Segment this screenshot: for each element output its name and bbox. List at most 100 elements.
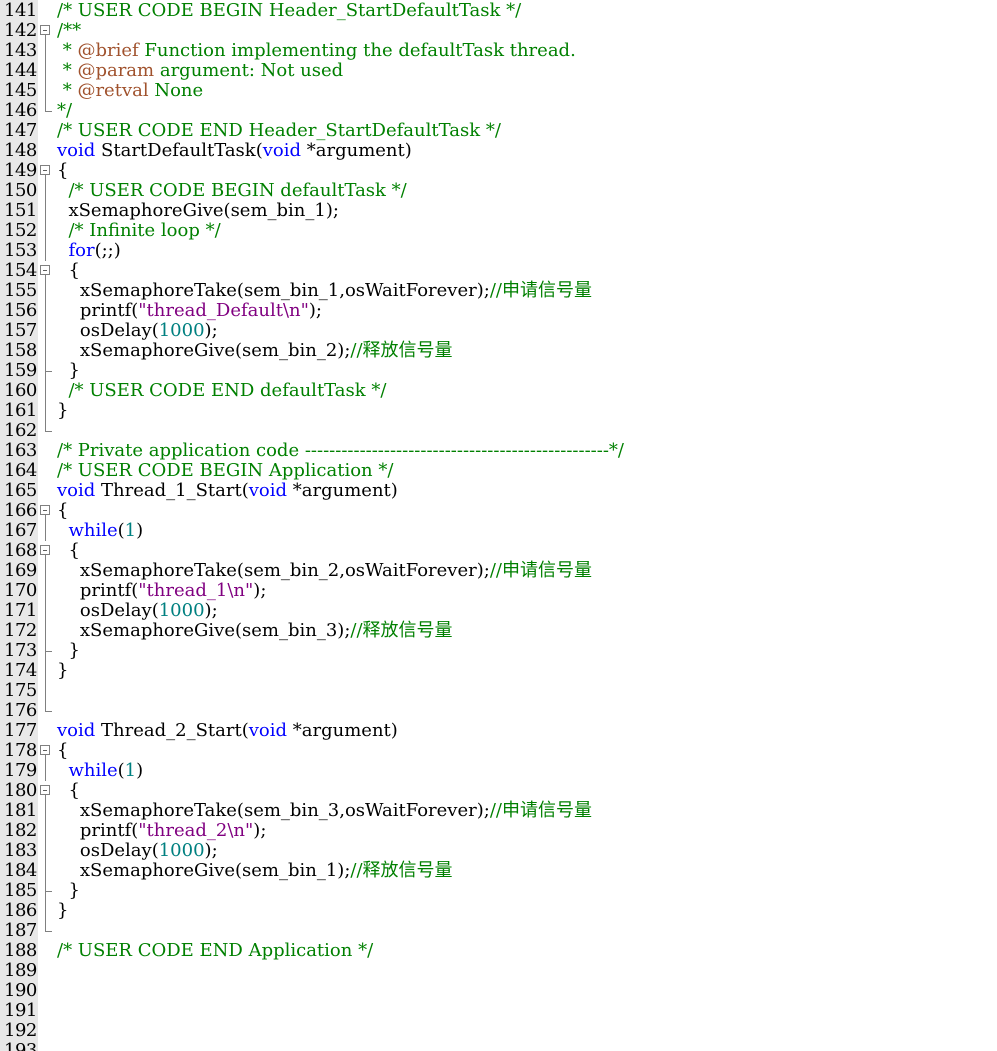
code-line[interactable]: 156 printf("thread_Default\n"); — [0, 301, 997, 321]
code-line[interactable]: 154 { — [0, 261, 997, 281]
code-token: Function implementing the defaultTask th… — [138, 40, 576, 61]
code-text: void Thread_2_Start(void *argument) — [57, 721, 398, 741]
code-line[interactable]: 163 /* Private application code ---------… — [0, 441, 997, 461]
code-token: { — [57, 540, 80, 561]
fold-toggle-icon[interactable] — [38, 781, 56, 801]
fold-guide-line — [38, 241, 56, 261]
code-text: * @param argument: Not used — [57, 61, 343, 81]
code-line[interactable]: 182 printf("thread_2\n"); — [0, 821, 997, 841]
code-text: { — [57, 501, 68, 521]
code-text: { — [57, 540, 80, 561]
code-line[interactable]: 158 xSemaphoreGive(sem_bin_2);//释放信号量 — [0, 341, 997, 361]
fold-empty — [38, 1, 56, 21]
code-line[interactable]: 142 /** — [0, 21, 997, 41]
code-line[interactable]: 153 for(;;) — [0, 241, 997, 261]
fold-toggle-icon[interactable] — [38, 501, 56, 521]
code-line[interactable]: 169 xSemaphoreTake(sem_bin_2,osWaitForev… — [0, 561, 997, 581]
fold-empty — [38, 1001, 56, 1021]
code-line[interactable]: 173 } — [0, 641, 997, 661]
code-line[interactable]: 167 while(1) — [0, 521, 997, 541]
code-line[interactable]: 164 /* USER CODE BEGIN Application */ — [0, 461, 997, 481]
code-editor[interactable]: 141 /* USER CODE BEGIN Header_StartDefaul… — [0, 0, 997, 1051]
code-line[interactable]: 170 printf("thread_1\n"); — [0, 581, 997, 601]
code-line[interactable]: 183 osDelay(1000); — [0, 841, 997, 861]
code-text: xSemaphoreTake(sem_bin_3,osWaitForever);… — [57, 801, 592, 821]
code-line[interactable]: 148 void StartDefaultTask(void *argument) — [0, 141, 997, 161]
code-line[interactable]: 149 { — [0, 161, 997, 181]
code-token: void — [248, 720, 288, 741]
line-number: 175 — [4, 680, 37, 701]
code-line[interactable]: 179 while(1) — [0, 761, 997, 781]
code-line[interactable]: 177 void Thread_2_Start(void *argument) — [0, 721, 997, 741]
fold-block-end — [38, 701, 56, 721]
code-line[interactable]: 151 xSemaphoreGive(sem_bin_1); — [0, 201, 997, 221]
code-line[interactable]: 168 { — [0, 541, 997, 561]
code-token: //释放信号量 — [350, 620, 453, 641]
fold-toggle-icon[interactable] — [38, 261, 56, 281]
code-line[interactable]: 176 — [0, 701, 997, 721]
code-line[interactable]: 189 — [0, 961, 997, 981]
code-line[interactable]: 143 * @brief Function implementing the d… — [0, 41, 997, 61]
code-line[interactable]: 159 } — [0, 361, 997, 381]
fold-empty — [38, 441, 56, 461]
code-token: ( — [117, 760, 125, 781]
code-line[interactable]: 180 { — [0, 781, 997, 801]
code-line[interactable]: 172 xSemaphoreGive(sem_bin_3);//释放信号量 — [0, 621, 997, 641]
code-line[interactable]: 192 — [0, 1021, 997, 1041]
code-text: } — [57, 881, 79, 901]
code-line[interactable]: 186} — [0, 901, 997, 921]
code-token: /* USER CODE END Application */ — [57, 940, 374, 961]
code-line[interactable]: 144 * @param argument: Not used — [0, 61, 997, 81]
code-line[interactable]: 160 /* USER CODE END defaultTask */ — [0, 381, 997, 401]
code-text: /* Infinite loop */ — [57, 220, 220, 241]
code-token: "thread_2\n" — [138, 820, 254, 841]
fold-guide-line — [38, 801, 56, 821]
code-line[interactable]: 188 /* USER CODE END Application */ — [0, 941, 997, 961]
code-line[interactable]: 187 — [0, 921, 997, 941]
line-number: 148 — [4, 140, 37, 161]
line-number: 173 — [4, 640, 37, 661]
fold-branch-end — [38, 881, 56, 901]
code-line[interactable]: 184 xSemaphoreGive(sem_bin_1);//释放信号量 — [0, 861, 997, 881]
code-line[interactable]: 175 — [0, 681, 997, 701]
code-line[interactable]: 165 void Thread_1_Start(void *argument) — [0, 481, 997, 501]
fold-guide-line — [38, 581, 56, 601]
code-text: void StartDefaultTask(void *argument) — [57, 141, 412, 161]
code-line[interactable]: 178 { — [0, 741, 997, 761]
code-line[interactable]: 141 /* USER CODE BEGIN Header_StartDefaul… — [0, 1, 997, 21]
code-line[interactable]: 171 osDelay(1000); — [0, 601, 997, 621]
fold-guide-line — [38, 61, 56, 81]
code-line[interactable]: 150 /* USER CODE BEGIN defaultTask */ — [0, 181, 997, 201]
code-line[interactable]: 185 } — [0, 881, 997, 901]
code-line[interactable]: 193 — [0, 1041, 997, 1051]
code-line[interactable]: 157 osDelay(1000); — [0, 321, 997, 341]
code-line[interactable]: 174} — [0, 661, 997, 681]
code-line[interactable]: 161} — [0, 401, 997, 421]
code-token: /* USER CODE END defaultTask */ — [68, 380, 387, 401]
code-line[interactable]: 145 * @retval None — [0, 81, 997, 101]
line-number: 146 — [4, 100, 37, 121]
line-number: 150 — [4, 180, 37, 201]
code-line[interactable]: 191 — [0, 1001, 997, 1021]
code-line[interactable]: 166 { — [0, 501, 997, 521]
code-line[interactable]: 152 /* Infinite loop */ — [0, 221, 997, 241]
fold-toggle-icon[interactable] — [38, 541, 56, 561]
code-line[interactable]: 147 /* USER CODE END Header_StartDefaultT… — [0, 121, 997, 141]
line-number: 149 — [4, 160, 37, 181]
code-text: xSemaphoreGive(sem_bin_1); — [57, 201, 339, 221]
code-line[interactable]: 162 — [0, 421, 997, 441]
code-line[interactable]: 155 xSemaphoreTake(sem_bin_1,osWaitForev… — [0, 281, 997, 301]
code-line[interactable]: 190 — [0, 981, 997, 1001]
line-number: 188 — [4, 940, 37, 961]
line-number: 193 — [4, 1040, 37, 1051]
line-number: 157 — [4, 320, 37, 341]
fold-toggle-icon[interactable] — [38, 741, 56, 761]
fold-toggle-icon[interactable] — [38, 21, 56, 41]
fold-toggle-icon[interactable] — [38, 161, 56, 181]
code-token: xSemaphoreGive(sem_bin_2); — [57, 340, 351, 361]
code-token: xSemaphoreTake(sem_bin_1,osWaitForever); — [57, 280, 490, 301]
code-line[interactable]: 146 */ — [0, 101, 997, 121]
code-line[interactable]: 181 xSemaphoreTake(sem_bin_3,osWaitForev… — [0, 801, 997, 821]
